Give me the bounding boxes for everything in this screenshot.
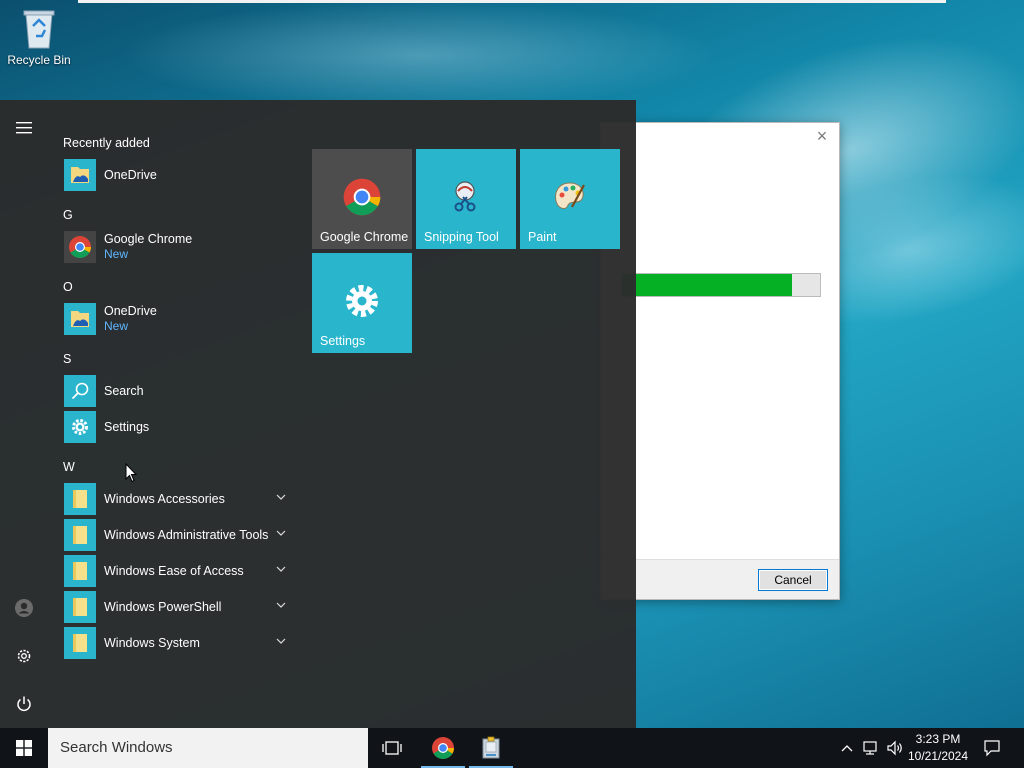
new-badge: New: [104, 247, 129, 261]
tile-label: Google Chrome: [320, 230, 409, 244]
search-icon: [64, 375, 96, 407]
app-item-label: OneDrive: [104, 167, 157, 182]
gear-icon[interactable]: [8, 640, 40, 672]
app-item-onedrive[interactable]: OneDrive: [64, 158, 294, 192]
start-rail: [0, 100, 48, 728]
paint-palette-icon: [555, 182, 585, 209]
taskbar-installer-button[interactable]: [467, 728, 515, 768]
app-list: Recently added OneDrive G Google Chrome …: [48, 100, 298, 728]
chevron-down-icon[interactable]: [276, 492, 286, 502]
mouse-cursor-icon: [125, 463, 137, 483]
user-account-icon[interactable]: [8, 592, 40, 624]
tile-label: Snipping Tool: [424, 230, 499, 244]
folder-icon: [64, 483, 96, 515]
chevron-down-icon[interactable]: [276, 600, 286, 610]
desktop-icon-recycle-bin[interactable]: Recycle Bin: [6, 6, 72, 67]
app-item-windows-accessories[interactable]: Windows Accessories: [64, 482, 294, 516]
window-edge: [78, 0, 946, 3]
chrome-icon: [432, 737, 454, 759]
progress-bar: [621, 273, 821, 297]
new-badge: New: [104, 319, 129, 333]
folder-icon: [64, 627, 96, 659]
chrome-icon: [64, 231, 96, 263]
start-menu: Recently added OneDrive G Google Chrome …: [0, 100, 636, 728]
app-item-settings[interactable]: Settings: [64, 410, 294, 444]
app-item-windows-system[interactable]: Windows System: [64, 626, 294, 660]
app-item-search[interactable]: Search: [64, 374, 294, 408]
start-button[interactable]: [0, 728, 48, 768]
onedrive-icon: [64, 303, 96, 335]
tile-label: Settings: [320, 334, 366, 348]
taskbar-chrome-button[interactable]: [419, 728, 467, 768]
snipping-tool-icon: [454, 181, 476, 212]
chrome-icon: [343, 178, 381, 216]
gear-icon: [64, 411, 96, 443]
app-item-label: Search: [104, 383, 144, 398]
dialog-footer: Cancel: [601, 559, 839, 599]
taskbar-search-input[interactable]: Search Windows: [48, 728, 368, 768]
tile-google-chrome[interactable]: Google Chrome: [312, 149, 412, 249]
tile-label: Paint: [528, 230, 557, 244]
task-view-icon: [382, 741, 402, 755]
chevron-up-icon[interactable]: [838, 728, 856, 768]
progress-bar-fill: [622, 274, 793, 296]
app-item-label: Windows Administrative Tools: [104, 527, 269, 542]
task-view-button[interactable]: [368, 728, 416, 768]
app-item-label: Windows Ease of Access: [104, 563, 244, 578]
cancel-button[interactable]: Cancel: [758, 569, 828, 591]
section-header: O: [63, 280, 73, 294]
wallpaper-highlight: [120, 0, 720, 110]
recycle-bin-icon: [19, 6, 59, 50]
notification-center-icon[interactable]: [978, 728, 1006, 768]
chevron-down-icon[interactable]: [276, 528, 286, 538]
chevron-down-icon[interactable]: [276, 636, 286, 646]
power-icon[interactable]: [8, 688, 40, 720]
section-header: G: [63, 208, 73, 222]
app-item-label: Settings: [104, 419, 150, 434]
installer-icon: [482, 736, 500, 759]
chevron-down-icon[interactable]: [276, 564, 286, 574]
folder-icon: [64, 555, 96, 587]
app-item-windows-powershell[interactable]: Windows PowerShell: [64, 590, 294, 624]
app-item-label: Windows PowerShell: [104, 599, 222, 614]
section-header: S: [63, 352, 72, 366]
progress-dialog: × Cancel: [600, 122, 840, 600]
app-item-label: Windows Accessories: [104, 491, 225, 506]
app-item-onedrive[interactable]: OneDrive New: [64, 302, 294, 336]
hamburger-menu-icon[interactable]: [8, 112, 40, 144]
folder-icon: [64, 591, 96, 623]
tile-paint[interactable]: Paint: [520, 149, 620, 249]
tile-settings[interactable]: Settings: [312, 253, 412, 353]
clock-date: 10/21/2024: [907, 749, 969, 763]
app-item-label: Windows System: [104, 635, 200, 650]
app-item-label: Google Chrome: [104, 232, 193, 246]
app-item-google-chrome[interactable]: Google Chrome New: [64, 230, 294, 264]
close-icon[interactable]: ×: [813, 127, 831, 145]
taskbar-clock[interactable]: 3:23 PM 10/21/2024: [903, 731, 973, 765]
tile-snipping-tool[interactable]: Snipping Tool: [416, 149, 516, 249]
gear-icon: [346, 285, 378, 317]
desktop-icon-label: Recycle Bin: [7, 53, 71, 67]
app-item-label: OneDrive: [104, 304, 157, 318]
section-header: W: [63, 460, 75, 474]
taskbar: Search Windows 3:23 PM 10/21/2024: [0, 728, 1024, 768]
folder-icon: [64, 519, 96, 551]
windows-logo-icon: [16, 740, 32, 756]
clock-time: 3:23 PM: [915, 732, 961, 746]
network-icon[interactable]: [860, 728, 882, 768]
app-item-windows-administrative-tools[interactable]: Windows Administrative Tools: [64, 518, 294, 552]
app-item-windows-ease-of-access[interactable]: Windows Ease of Access: [64, 554, 294, 588]
onedrive-icon: [64, 159, 96, 191]
section-header: Recently added: [63, 136, 150, 150]
